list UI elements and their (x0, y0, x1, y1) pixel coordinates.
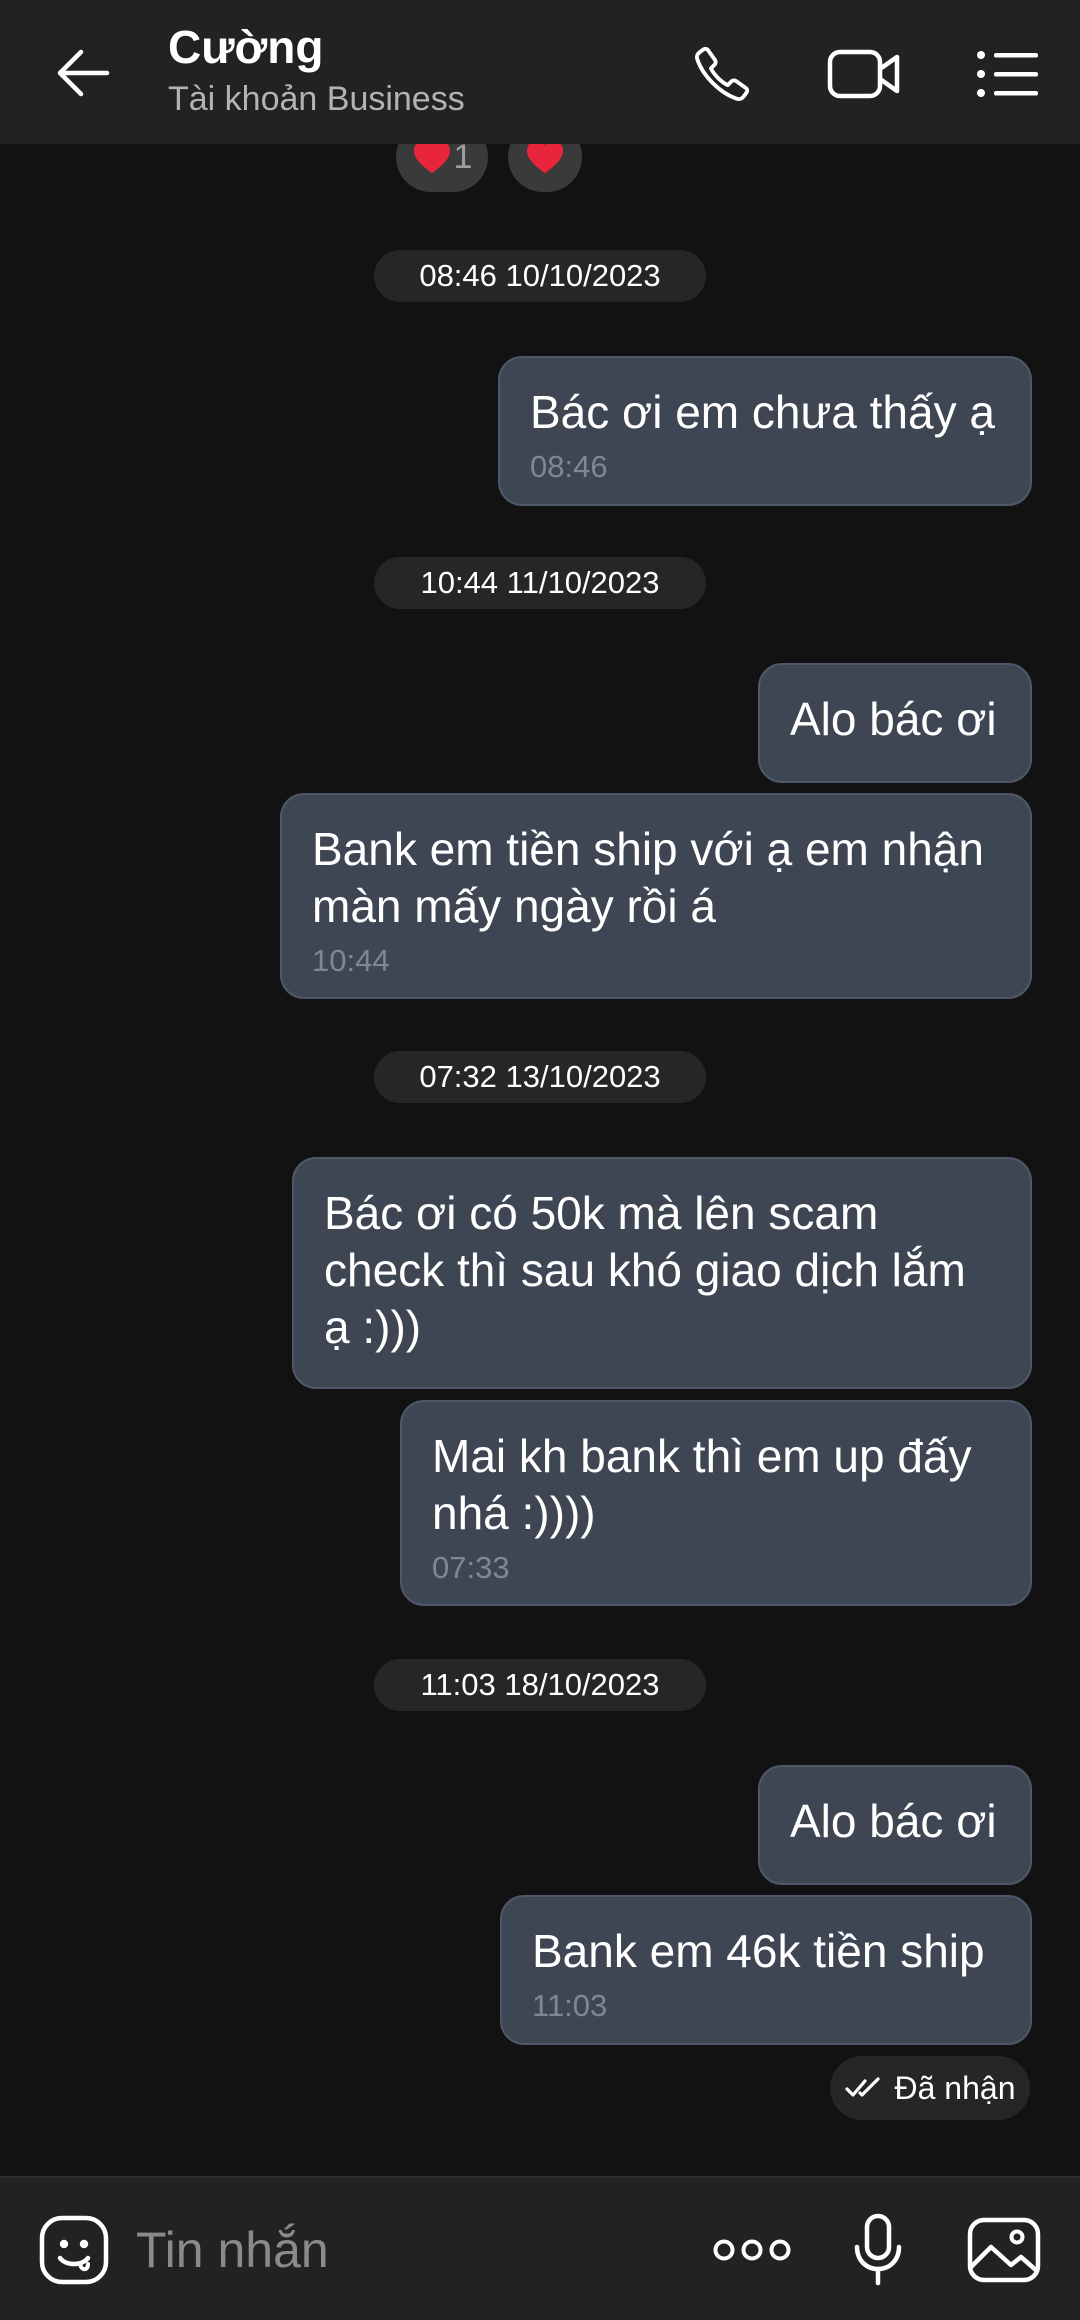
message-bubble[interactable]: Bác ơi em chưa thấy ạ 08:46 (498, 356, 1032, 506)
sticker-smiley-icon (39, 2215, 109, 2285)
message-text: Alo bác ơi (790, 1795, 997, 1847)
message-time: 10:44 (312, 943, 390, 978)
delivery-status: Đã nhận (830, 2056, 1030, 2120)
list-menu-icon (977, 51, 1038, 97)
arrow-left-icon (57, 49, 110, 97)
contact-subtitle: Tài khoản Business (168, 80, 465, 118)
message-composer (0, 2176, 1080, 2320)
message-time: 08:46 (530, 449, 608, 484)
message-text: Bác ơi có 50k mà lên scam check thì sau … (324, 1187, 966, 1353)
voice-record-button[interactable] (838, 2210, 918, 2290)
message-text: Bank em tiền ship với ạ em nhận màn mấy … (312, 823, 984, 932)
heart-icon (413, 140, 450, 174)
date-separator: 07:32 13/10/2023 (374, 1051, 706, 1103)
video-camera-icon (827, 49, 900, 99)
message-time: 11:03 (532, 1988, 608, 2023)
message-bubble[interactable]: Mai kh bank thì em up đấy nhá :)))) 07:3… (400, 1400, 1032, 1606)
chat-header: Cường Tài khoản Business (0, 0, 1080, 144)
chat-screen: Cường Tài khoản Business 1 08:46 10/10/2… (0, 0, 1080, 2320)
delivery-status-label: Đã nhận (894, 2069, 1016, 2106)
message-bubble[interactable]: Bác ơi có 50k mà lên scam check thì sau … (292, 1157, 1032, 1389)
message-text: Bác ơi em chưa thấy ạ (530, 386, 995, 438)
message-bubble[interactable]: Bank em tiền ship với ạ em nhận màn mấy … (280, 793, 1032, 999)
more-dots-icon (713, 2239, 791, 2261)
call-button[interactable] (684, 36, 760, 112)
message-text: Alo bác ơi (790, 693, 997, 745)
more-options-button[interactable] (712, 2210, 792, 2290)
image-icon (967, 2217, 1041, 2283)
sticker-button[interactable] (34, 2210, 114, 2290)
back-button[interactable] (48, 38, 118, 108)
video-call-button[interactable] (826, 36, 902, 112)
contact-name[interactable]: Cường (168, 20, 323, 74)
message-bubble[interactable]: Alo bác ơi (758, 1765, 1032, 1885)
double-check-icon (844, 2077, 880, 2097)
heart-icon (527, 140, 563, 174)
message-time: 07:33 (432, 1550, 510, 1585)
gallery-button[interactable] (964, 2210, 1044, 2290)
menu-button[interactable] (970, 36, 1046, 112)
phone-icon (694, 46, 750, 102)
message-text: Mai kh bank thì em up đấy nhá :)))) (432, 1430, 972, 1539)
date-separator: 11:03 18/10/2023 (374, 1659, 706, 1711)
message-text: Bank em 46k tiền ship (532, 1925, 985, 1977)
microphone-icon (854, 2213, 902, 2286)
message-bubble[interactable]: Alo bác ơi (758, 663, 1032, 783)
message-bubble[interactable]: Bank em 46k tiền ship 11:03 (500, 1895, 1032, 2045)
date-separator: 10:44 11/10/2023 (374, 557, 706, 609)
message-input[interactable] (136, 2214, 676, 2286)
date-separator: 08:46 10/10/2023 (374, 250, 706, 302)
